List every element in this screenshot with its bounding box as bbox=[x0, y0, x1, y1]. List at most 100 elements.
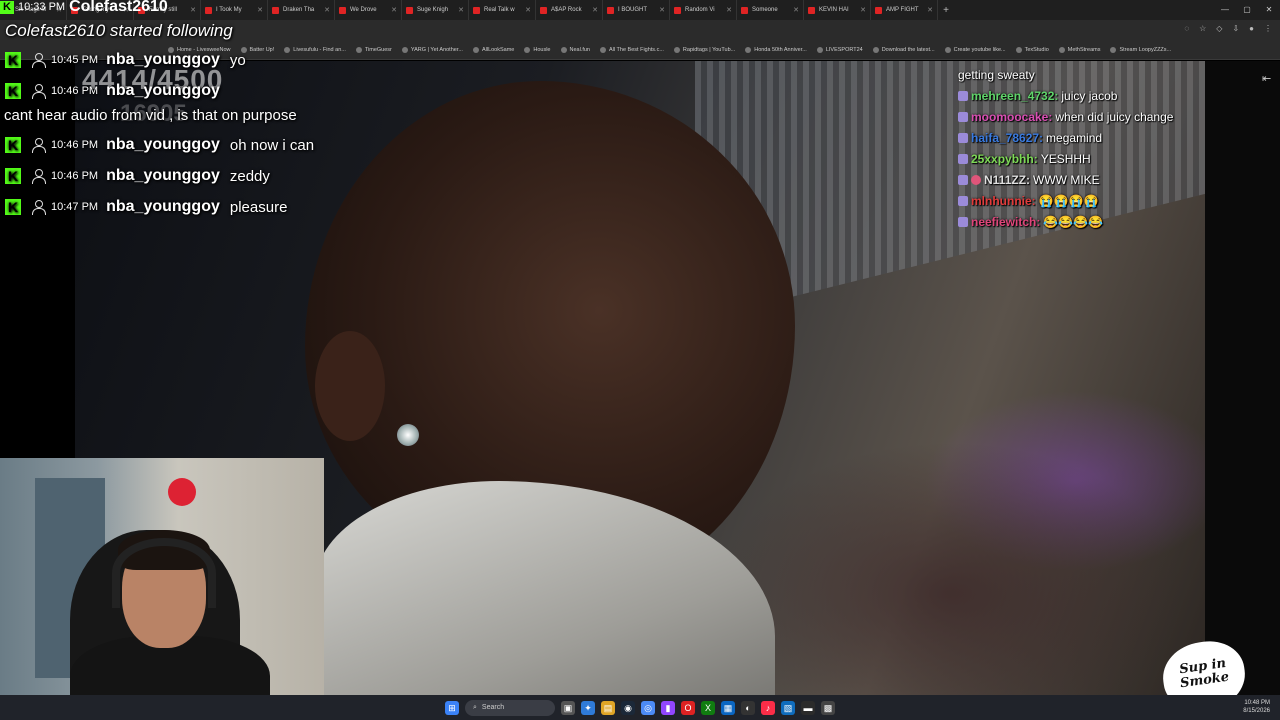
browser-tab[interactable]: AMP FIGHT ✕ bbox=[871, 0, 938, 20]
tab-title: I BOUGHT bbox=[618, 7, 648, 13]
bookmark-label: MethStreams bbox=[1067, 46, 1101, 53]
browser-tab[interactable]: A$AP Rock ✕ bbox=[536, 0, 603, 20]
browser-tab[interactable]: Real Talk w ✕ bbox=[469, 0, 536, 20]
minimize-icon[interactable]: — bbox=[1214, 0, 1236, 20]
bookmark-item[interactable]: Rapidtags | YouTub... bbox=[673, 46, 735, 53]
close-icon[interactable]: ✕ bbox=[458, 6, 464, 14]
download-icon[interactable]: ⇩ bbox=[1232, 24, 1239, 33]
bookmark-item[interactable]: YARG | Yet Another... bbox=[401, 46, 463, 53]
webcam-overlay bbox=[0, 458, 324, 720]
profile-icon[interactable]: ● bbox=[1249, 24, 1254, 33]
eye-off-icon[interactable]: ◌ bbox=[1184, 24, 1189, 33]
browser-tab[interactable]: Someone ✕ bbox=[737, 0, 804, 20]
browser-tab[interactable]: Random Vi ✕ bbox=[670, 0, 737, 20]
app-icon[interactable]: ▩ bbox=[821, 700, 835, 715]
youtube-icon bbox=[339, 6, 346, 14]
star-icon[interactable]: ☆ bbox=[1199, 24, 1206, 33]
bookmark-item[interactable]: TexStudio bbox=[1015, 46, 1049, 53]
bookmark-favicon bbox=[401, 46, 408, 53]
bookmark-item[interactable]: Honda 50th Anniver... bbox=[745, 46, 807, 53]
subscriber-badge-icon bbox=[958, 90, 968, 101]
bookmark-item[interactable]: Stream LoopyZZZs... bbox=[1110, 46, 1171, 53]
browser-tab[interactable]: I Took My ✕ bbox=[201, 0, 268, 20]
chat-message: neefiewitch: 😂😂😂😂 bbox=[958, 211, 1203, 232]
search-icon: ⌕ bbox=[473, 703, 477, 711]
subscriber-badge-icon bbox=[958, 174, 968, 185]
bookmark-label: LIVESPORT24 bbox=[825, 46, 863, 53]
menu-icon[interactable]: ⋮ bbox=[1264, 24, 1272, 33]
bookmark-favicon bbox=[944, 46, 951, 53]
close-icon[interactable]: ✕ bbox=[659, 6, 665, 14]
bookmark-label: Housle bbox=[533, 46, 551, 53]
close-icon[interactable]: ✕ bbox=[257, 6, 263, 14]
close-icon[interactable]: ✕ bbox=[525, 6, 531, 14]
store-icon[interactable]: ▦ bbox=[721, 700, 735, 715]
terminal-icon[interactable]: ▬ bbox=[801, 700, 815, 715]
browser-tab[interactable]: We Drove ✕ bbox=[335, 0, 402, 20]
steam-icon[interactable]: ◉ bbox=[621, 700, 635, 715]
close-icon[interactable]: ✕ bbox=[927, 6, 933, 14]
subscriber-badge-icon bbox=[958, 216, 968, 227]
copilot-icon[interactable]: ✦ bbox=[581, 700, 595, 715]
earring bbox=[397, 424, 419, 446]
bookmark-item[interactable]: AllLookSame bbox=[472, 46, 514, 53]
youtube-icon bbox=[205, 6, 212, 14]
bookmark-item[interactable]: MethStreams bbox=[1058, 46, 1101, 53]
close-icon[interactable]: ✕ bbox=[324, 6, 330, 14]
message-username: mlnhunnie: bbox=[971, 193, 1036, 208]
twitch-icon[interactable]: ▮ bbox=[661, 700, 675, 715]
obs-icon[interactable]: ◐ bbox=[741, 700, 755, 715]
taskbar-search[interactable]: ⌕ Search bbox=[465, 699, 555, 716]
windows-start-icon[interactable]: ⊞ bbox=[445, 700, 459, 715]
browser-tab[interactable]: I BOUGHT ✕ bbox=[603, 0, 670, 20]
bookmark-label: All The Best Fights.c... bbox=[609, 46, 664, 53]
close-icon[interactable]: ✕ bbox=[592, 6, 598, 14]
maximize-icon[interactable]: ▢ bbox=[1236, 0, 1258, 20]
subscriber-badge-icon bbox=[958, 132, 968, 143]
chat-message: K 10:46 PM nba_younggoy bbox=[5, 80, 230, 102]
bookmark-item[interactable]: All The Best Fights.c... bbox=[600, 46, 664, 53]
xbox-icon[interactable]: X bbox=[701, 700, 715, 715]
file-explorer-icon[interactable]: ▤ bbox=[601, 700, 615, 715]
message-username: nba_younggoy bbox=[106, 198, 220, 215]
bookmark-item[interactable]: Neal.fun bbox=[560, 46, 590, 53]
message-text: YESHHH bbox=[1040, 151, 1091, 166]
task-view-icon[interactable]: ▣ bbox=[561, 700, 575, 715]
bookmark-item[interactable]: TimeGuesr bbox=[355, 46, 392, 53]
system-clock[interactable]: 10:48 PM 8/15/2026 bbox=[1243, 699, 1270, 715]
bookmark-label: Livesufulu - Find an... bbox=[293, 46, 346, 53]
close-icon[interactable]: ✕ bbox=[391, 6, 397, 14]
message-username: nba_younggoy bbox=[106, 51, 220, 68]
opera-icon[interactable]: O bbox=[681, 700, 695, 715]
close-window-icon[interactable]: ✕ bbox=[1258, 0, 1280, 20]
browser-tab[interactable]: Draken Tha ✕ bbox=[268, 0, 335, 20]
close-icon[interactable]: ✕ bbox=[190, 6, 196, 14]
photos-icon[interactable]: ▧ bbox=[781, 700, 795, 715]
bookmark-favicon bbox=[1110, 46, 1117, 53]
person-ear bbox=[315, 331, 385, 441]
close-icon[interactable]: ✕ bbox=[860, 6, 866, 14]
bookmark-item[interactable]: LIVESPORT24 bbox=[816, 46, 863, 53]
music-icon[interactable]: ♪ bbox=[761, 700, 775, 715]
extensions-icon[interactable]: ◇ bbox=[1216, 24, 1222, 33]
message-text: when did juicy change bbox=[1055, 109, 1174, 124]
follow-alert-header: K 10:33 PM Colefast2610 bbox=[0, 0, 168, 15]
message-username: neefiewitch: bbox=[971, 214, 1041, 229]
message-text: pleasure bbox=[229, 198, 288, 216]
close-icon[interactable]: ✕ bbox=[726, 6, 732, 14]
bookmark-item[interactable]: Create youtube like... bbox=[944, 46, 1006, 53]
heart-badge-icon bbox=[971, 174, 981, 185]
browser-tab[interactable]: Suge Knigh ✕ bbox=[402, 0, 469, 20]
search-placeholder: Search bbox=[481, 704, 505, 711]
bookmark-item[interactable]: Housle bbox=[524, 46, 551, 53]
kick-icon: K bbox=[0, 0, 14, 14]
chrome-icon[interactable]: ◎ bbox=[641, 700, 655, 715]
tab-title: Someone bbox=[752, 7, 778, 13]
browser-tab[interactable]: KEVIN HAI ✕ bbox=[804, 0, 871, 20]
new-tab-button[interactable]: + bbox=[938, 5, 954, 16]
close-icon[interactable]: ✕ bbox=[793, 6, 799, 14]
message-time: 10:46 PM bbox=[51, 139, 99, 151]
collapse-chat-icon[interactable]: ⇤ bbox=[1262, 72, 1271, 85]
bookmark-item[interactable]: Livesufulu - Find an... bbox=[284, 46, 346, 53]
bookmark-item[interactable]: Download the latest... bbox=[872, 46, 935, 53]
